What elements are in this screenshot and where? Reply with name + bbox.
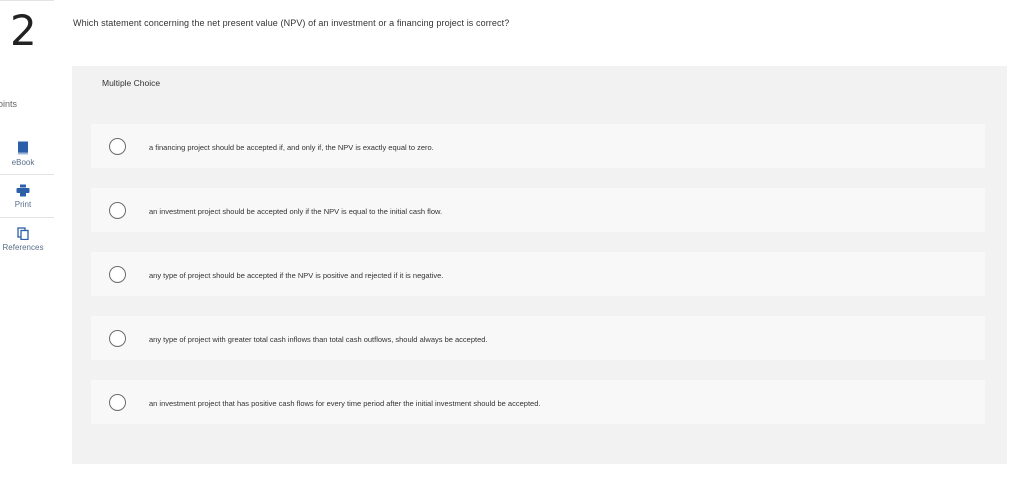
- print-button[interactable]: Print: [0, 184, 46, 209]
- ebook-label: eBook: [11, 158, 35, 167]
- book-icon: [18, 141, 28, 155]
- answer-option-text: a financing project should be accepted i…: [149, 143, 434, 152]
- answer-option[interactable]: any type of project with greater total c…: [91, 316, 985, 360]
- answer-option-text: any type of project with greater total c…: [149, 335, 488, 344]
- divider: [0, 217, 54, 218]
- radio-button[interactable]: [109, 202, 126, 219]
- references-button[interactable]: References: [0, 227, 46, 252]
- question-number: 2: [10, 6, 37, 55]
- print-label: Print: [14, 200, 32, 209]
- answer-option[interactable]: an investment project that has positive …: [91, 380, 985, 424]
- references-icon: [17, 227, 29, 240]
- divider: [0, 0, 54, 1]
- references-label: References: [2, 243, 44, 252]
- answer-option-text: an investment project should be accepted…: [149, 207, 443, 216]
- radio-button[interactable]: [109, 138, 126, 155]
- ebook-button[interactable]: eBook: [0, 141, 46, 167]
- answer-option[interactable]: any type of project should be accepted i…: [91, 252, 985, 296]
- left-rail: 2 oints eBook Print References: [0, 0, 54, 495]
- answer-option[interactable]: a financing project should be accepted i…: [91, 124, 985, 168]
- radio-button[interactable]: [109, 266, 126, 283]
- answer-option-text: any type of project should be accepted i…: [149, 271, 444, 280]
- points-label: oints: [0, 99, 18, 109]
- multiple-choice-header: Multiple Choice: [102, 78, 161, 88]
- print-icon: [16, 184, 30, 197]
- radio-button[interactable]: [109, 394, 126, 411]
- answer-option-text: an investment project that has positive …: [149, 399, 541, 408]
- question-text: Which statement concerning the net prese…: [73, 18, 510, 28]
- answer-option[interactable]: an investment project should be accepted…: [91, 188, 985, 232]
- radio-button[interactable]: [109, 330, 126, 347]
- divider: [0, 174, 54, 175]
- answer-panel: Multiple Choice a financing project shou…: [72, 66, 1007, 464]
